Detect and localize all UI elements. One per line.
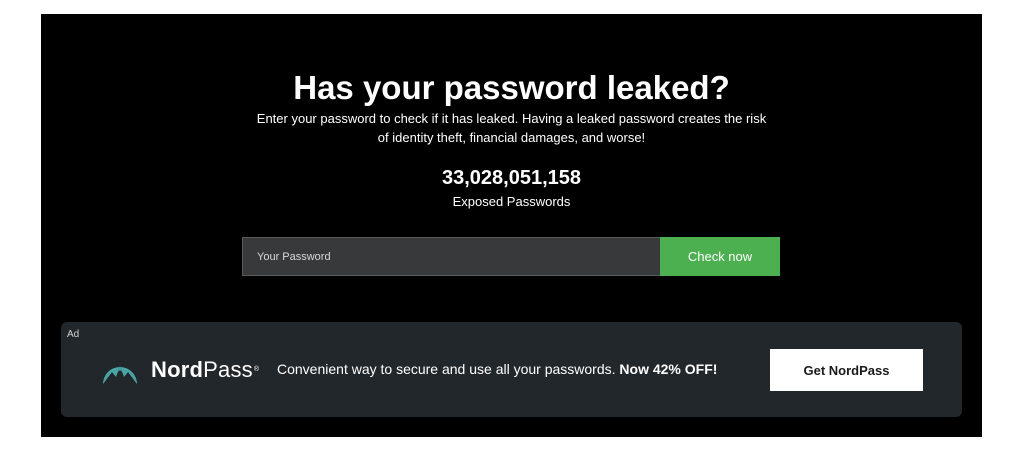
- password-leak-checker-panel: Has your password leaked? Enter your pas…: [41, 14, 982, 437]
- ad-label: Ad: [67, 329, 80, 340]
- get-nordpass-button[interactable]: Get NordPass: [770, 349, 923, 391]
- registered-mark: ®: [253, 366, 260, 373]
- password-input[interactable]: [242, 237, 660, 276]
- check-now-button[interactable]: Check now: [660, 237, 780, 276]
- brand-name-bold: Nord: [151, 357, 204, 382]
- nordpass-brand-link[interactable]: NordPass®: [99, 353, 259, 387]
- ad-banner: Ad NordPass® Convenient way to secure an…: [61, 322, 962, 417]
- nordpass-wordmark: NordPass®: [151, 357, 259, 383]
- exposed-passwords-label: Exposed Passwords: [452, 194, 571, 209]
- nordpass-mountain-logo-icon: [103, 366, 137, 384]
- ad-tagline-text: Convenient way to secure and use all you…: [277, 361, 616, 377]
- page-description: Enter your password to check if it has l…: [256, 111, 767, 145]
- password-check-form: Check now: [242, 237, 780, 276]
- ad-tagline: Convenient way to secure and use all you…: [277, 360, 717, 378]
- brand-name-regular: Pass: [203, 357, 253, 382]
- exposed-passwords-count: 33,028,051,158: [441, 167, 582, 189]
- ad-offer-text: Now 42% OFF!: [619, 361, 718, 377]
- page-title: Has your password leaked?: [293, 69, 730, 106]
